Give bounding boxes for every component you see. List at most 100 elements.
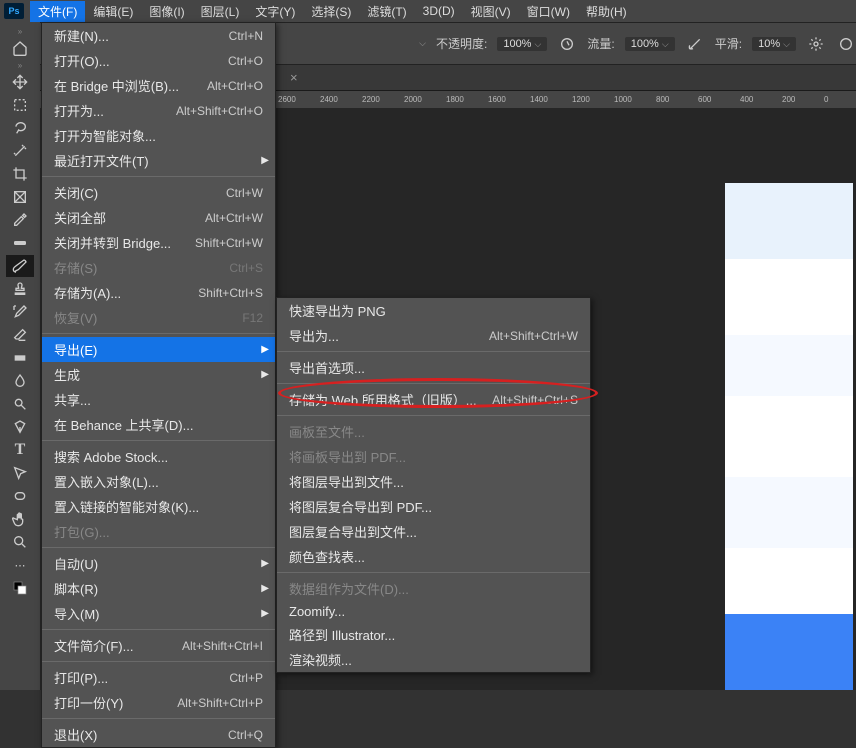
menu-item[interactable]: 导出(E)▶ bbox=[42, 337, 275, 362]
pressure-opacity-icon[interactable] bbox=[557, 34, 577, 54]
menu-item[interactable]: 脚本(R)▶ bbox=[42, 576, 275, 601]
move-tool[interactable] bbox=[6, 71, 34, 93]
menu-type[interactable]: 文字(Y) bbox=[247, 1, 303, 22]
brush-tool[interactable] bbox=[6, 255, 34, 277]
pen-tool[interactable] bbox=[6, 416, 34, 438]
eraser-tool[interactable] bbox=[6, 324, 34, 346]
menu-item-label: 导出为... bbox=[289, 326, 339, 345]
wand-tool[interactable] bbox=[6, 140, 34, 162]
menu-item[interactable]: 共享... bbox=[42, 387, 275, 412]
menu-item-label: 关闭并转到 Bridge... bbox=[54, 233, 171, 252]
menu-help[interactable]: 帮助(H) bbox=[578, 1, 635, 22]
menu-edit[interactable]: 编辑(E) bbox=[85, 1, 141, 22]
home-icon[interactable] bbox=[6, 37, 34, 59]
gradient-tool[interactable] bbox=[6, 347, 34, 369]
stamp-tool[interactable] bbox=[6, 278, 34, 300]
menu-item[interactable]: 存储为(A)... Shift+Ctrl+S bbox=[42, 280, 275, 305]
tool-more[interactable]: ⋯ bbox=[6, 554, 34, 576]
menu-item-label: 关闭全部 bbox=[54, 208, 106, 227]
menu-item[interactable]: 打开为智能对象... bbox=[42, 123, 275, 148]
menu-image[interactable]: 图像(I) bbox=[141, 1, 192, 22]
path-tool[interactable] bbox=[6, 462, 34, 484]
smooth-options-icon[interactable] bbox=[806, 34, 826, 54]
toolbar-expand2[interactable]: » bbox=[6, 60, 34, 70]
menu-item[interactable]: 快速导出为 PNG bbox=[277, 298, 590, 323]
menu-item[interactable]: 将图层复合导出到 PDF... bbox=[277, 494, 590, 519]
menu-item-shortcut: Ctrl+W bbox=[226, 186, 263, 200]
menu-3d[interactable]: 3D(D) bbox=[415, 2, 463, 20]
menu-item[interactable]: 颜色查找表... bbox=[277, 544, 590, 569]
tab-close-icon[interactable]: × bbox=[290, 70, 298, 85]
menu-item[interactable]: 存储为 Web 所用格式（旧版）...Alt+Shift+Ctrl+S bbox=[277, 387, 590, 412]
menu-view[interactable]: 视图(V) bbox=[463, 1, 519, 22]
menu-filter[interactable]: 滤镜(T) bbox=[359, 1, 414, 22]
menu-item[interactable]: 生成▶ bbox=[42, 362, 275, 387]
dropdown-icon[interactable]: ⌵ bbox=[419, 38, 426, 49]
menu-item[interactable]: 文件简介(F)...Alt+Shift+Ctrl+I bbox=[42, 633, 275, 658]
menu-item[interactable]: 自动(U)▶ bbox=[42, 551, 275, 576]
menu-item[interactable]: 新建(N)...Ctrl+N bbox=[42, 23, 275, 48]
dodge-tool[interactable] bbox=[6, 393, 34, 415]
airbrush-icon[interactable] bbox=[685, 34, 705, 54]
shape-tool[interactable] bbox=[6, 485, 34, 507]
menu-item[interactable]: 打印一份(Y)Alt+Shift+Ctrl+P bbox=[42, 690, 275, 715]
navigator-preview[interactable] bbox=[725, 183, 853, 690]
crop-tool[interactable] bbox=[6, 163, 34, 185]
menu-item[interactable]: 置入链接的智能对象(K)... bbox=[42, 494, 275, 519]
menu-layer[interactable]: 图层(L) bbox=[193, 1, 248, 22]
menu-item[interactable]: 图层复合导出到文件... bbox=[277, 519, 590, 544]
menu-item[interactable]: 渲染视频... bbox=[277, 647, 590, 672]
menu-item-label: 存储为(A)... bbox=[54, 283, 121, 302]
menu-item[interactable]: 最近打开文件(T)▶ bbox=[42, 148, 275, 173]
eyedropper-tool[interactable] bbox=[6, 209, 34, 231]
menu-item[interactable]: 导出首选项... bbox=[277, 355, 590, 380]
menu-item[interactable]: Zoomify... bbox=[277, 601, 590, 622]
menu-window[interactable]: 窗口(W) bbox=[519, 1, 578, 22]
opacity-value[interactable]: 100% ⌵ bbox=[497, 37, 547, 51]
menu-item[interactable]: 搜索 Adobe Stock... bbox=[42, 444, 275, 469]
menu-item[interactable]: 在 Behance 上共享(D)... bbox=[42, 412, 275, 437]
menu-item-label: 生成 bbox=[54, 365, 80, 384]
menu-item[interactable]: 在 Bridge 中浏览(B)...Alt+Ctrl+O bbox=[42, 73, 275, 98]
menu-item[interactable]: 置入嵌入对象(L)... bbox=[42, 469, 275, 494]
menu-item-label: 脚本(R) bbox=[54, 579, 98, 598]
smooth-value[interactable]: 10% ⌵ bbox=[752, 37, 796, 51]
pressure-size-icon[interactable] bbox=[836, 34, 856, 54]
menu-item[interactable]: 打开(O)...Ctrl+O bbox=[42, 48, 275, 73]
marquee-tool[interactable] bbox=[6, 94, 34, 116]
menu-item[interactable]: 关闭并转到 Bridge...Shift+Ctrl+W bbox=[42, 230, 275, 255]
menu-item[interactable]: 打印(P)...Ctrl+P bbox=[42, 665, 275, 690]
menu-item-label: 关闭(C) bbox=[54, 183, 98, 202]
toolbar-expand[interactable]: » bbox=[6, 26, 34, 36]
menu-item-label: 打印(P)... bbox=[54, 668, 108, 687]
menu-item[interactable]: 导入(M)▶ bbox=[42, 601, 275, 626]
menu-item[interactable]: 打开为...Alt+Shift+Ctrl+O bbox=[42, 98, 275, 123]
hand-tool[interactable] bbox=[6, 508, 34, 530]
lasso-tool[interactable] bbox=[6, 117, 34, 139]
flow-value[interactable]: 100% ⌵ bbox=[625, 37, 675, 51]
menu-item[interactable]: 将图层导出到文件... bbox=[277, 469, 590, 494]
color-swatch[interactable] bbox=[6, 577, 34, 599]
menu-item[interactable]: 路径到 Illustrator... bbox=[277, 622, 590, 647]
menu-item[interactable]: 退出(X)Ctrl+Q bbox=[42, 722, 275, 747]
menu-item-label: 置入链接的智能对象(K)... bbox=[54, 497, 199, 516]
frame-tool[interactable] bbox=[6, 186, 34, 208]
blur-tool[interactable] bbox=[6, 370, 34, 392]
submenu-arrow-icon: ▶ bbox=[261, 155, 269, 166]
zoom-tool[interactable] bbox=[6, 531, 34, 553]
menu-item-shortcut: Ctrl+N bbox=[229, 29, 263, 43]
menu-item-shortcut: Alt+Ctrl+O bbox=[207, 79, 263, 93]
menu-file[interactable]: 文件(F) bbox=[30, 1, 85, 22]
menu-select[interactable]: 选择(S) bbox=[303, 1, 359, 22]
menu-item[interactable]: 关闭全部Alt+Ctrl+W bbox=[42, 205, 275, 230]
heal-tool[interactable] bbox=[6, 232, 34, 254]
export-submenu-dropdown: 快速导出为 PNG 导出为...Alt+Shift+Ctrl+W 导出首选项... 存… bbox=[276, 297, 591, 673]
menu-item-label: 快速导出为 PNG bbox=[289, 301, 386, 320]
history-brush-tool[interactable] bbox=[6, 301, 34, 323]
menu-item-label: 退出(X) bbox=[54, 725, 97, 744]
menu-item[interactable]: 关闭(C) Ctrl+W bbox=[42, 180, 275, 205]
text-tool[interactable]: T bbox=[6, 439, 34, 461]
menu-item-shortcut: Shift+Ctrl+S bbox=[198, 286, 263, 300]
menu-item-shortcut: Ctrl+S bbox=[229, 261, 263, 275]
menu-item[interactable]: 导出为...Alt+Shift+Ctrl+W bbox=[277, 323, 590, 348]
